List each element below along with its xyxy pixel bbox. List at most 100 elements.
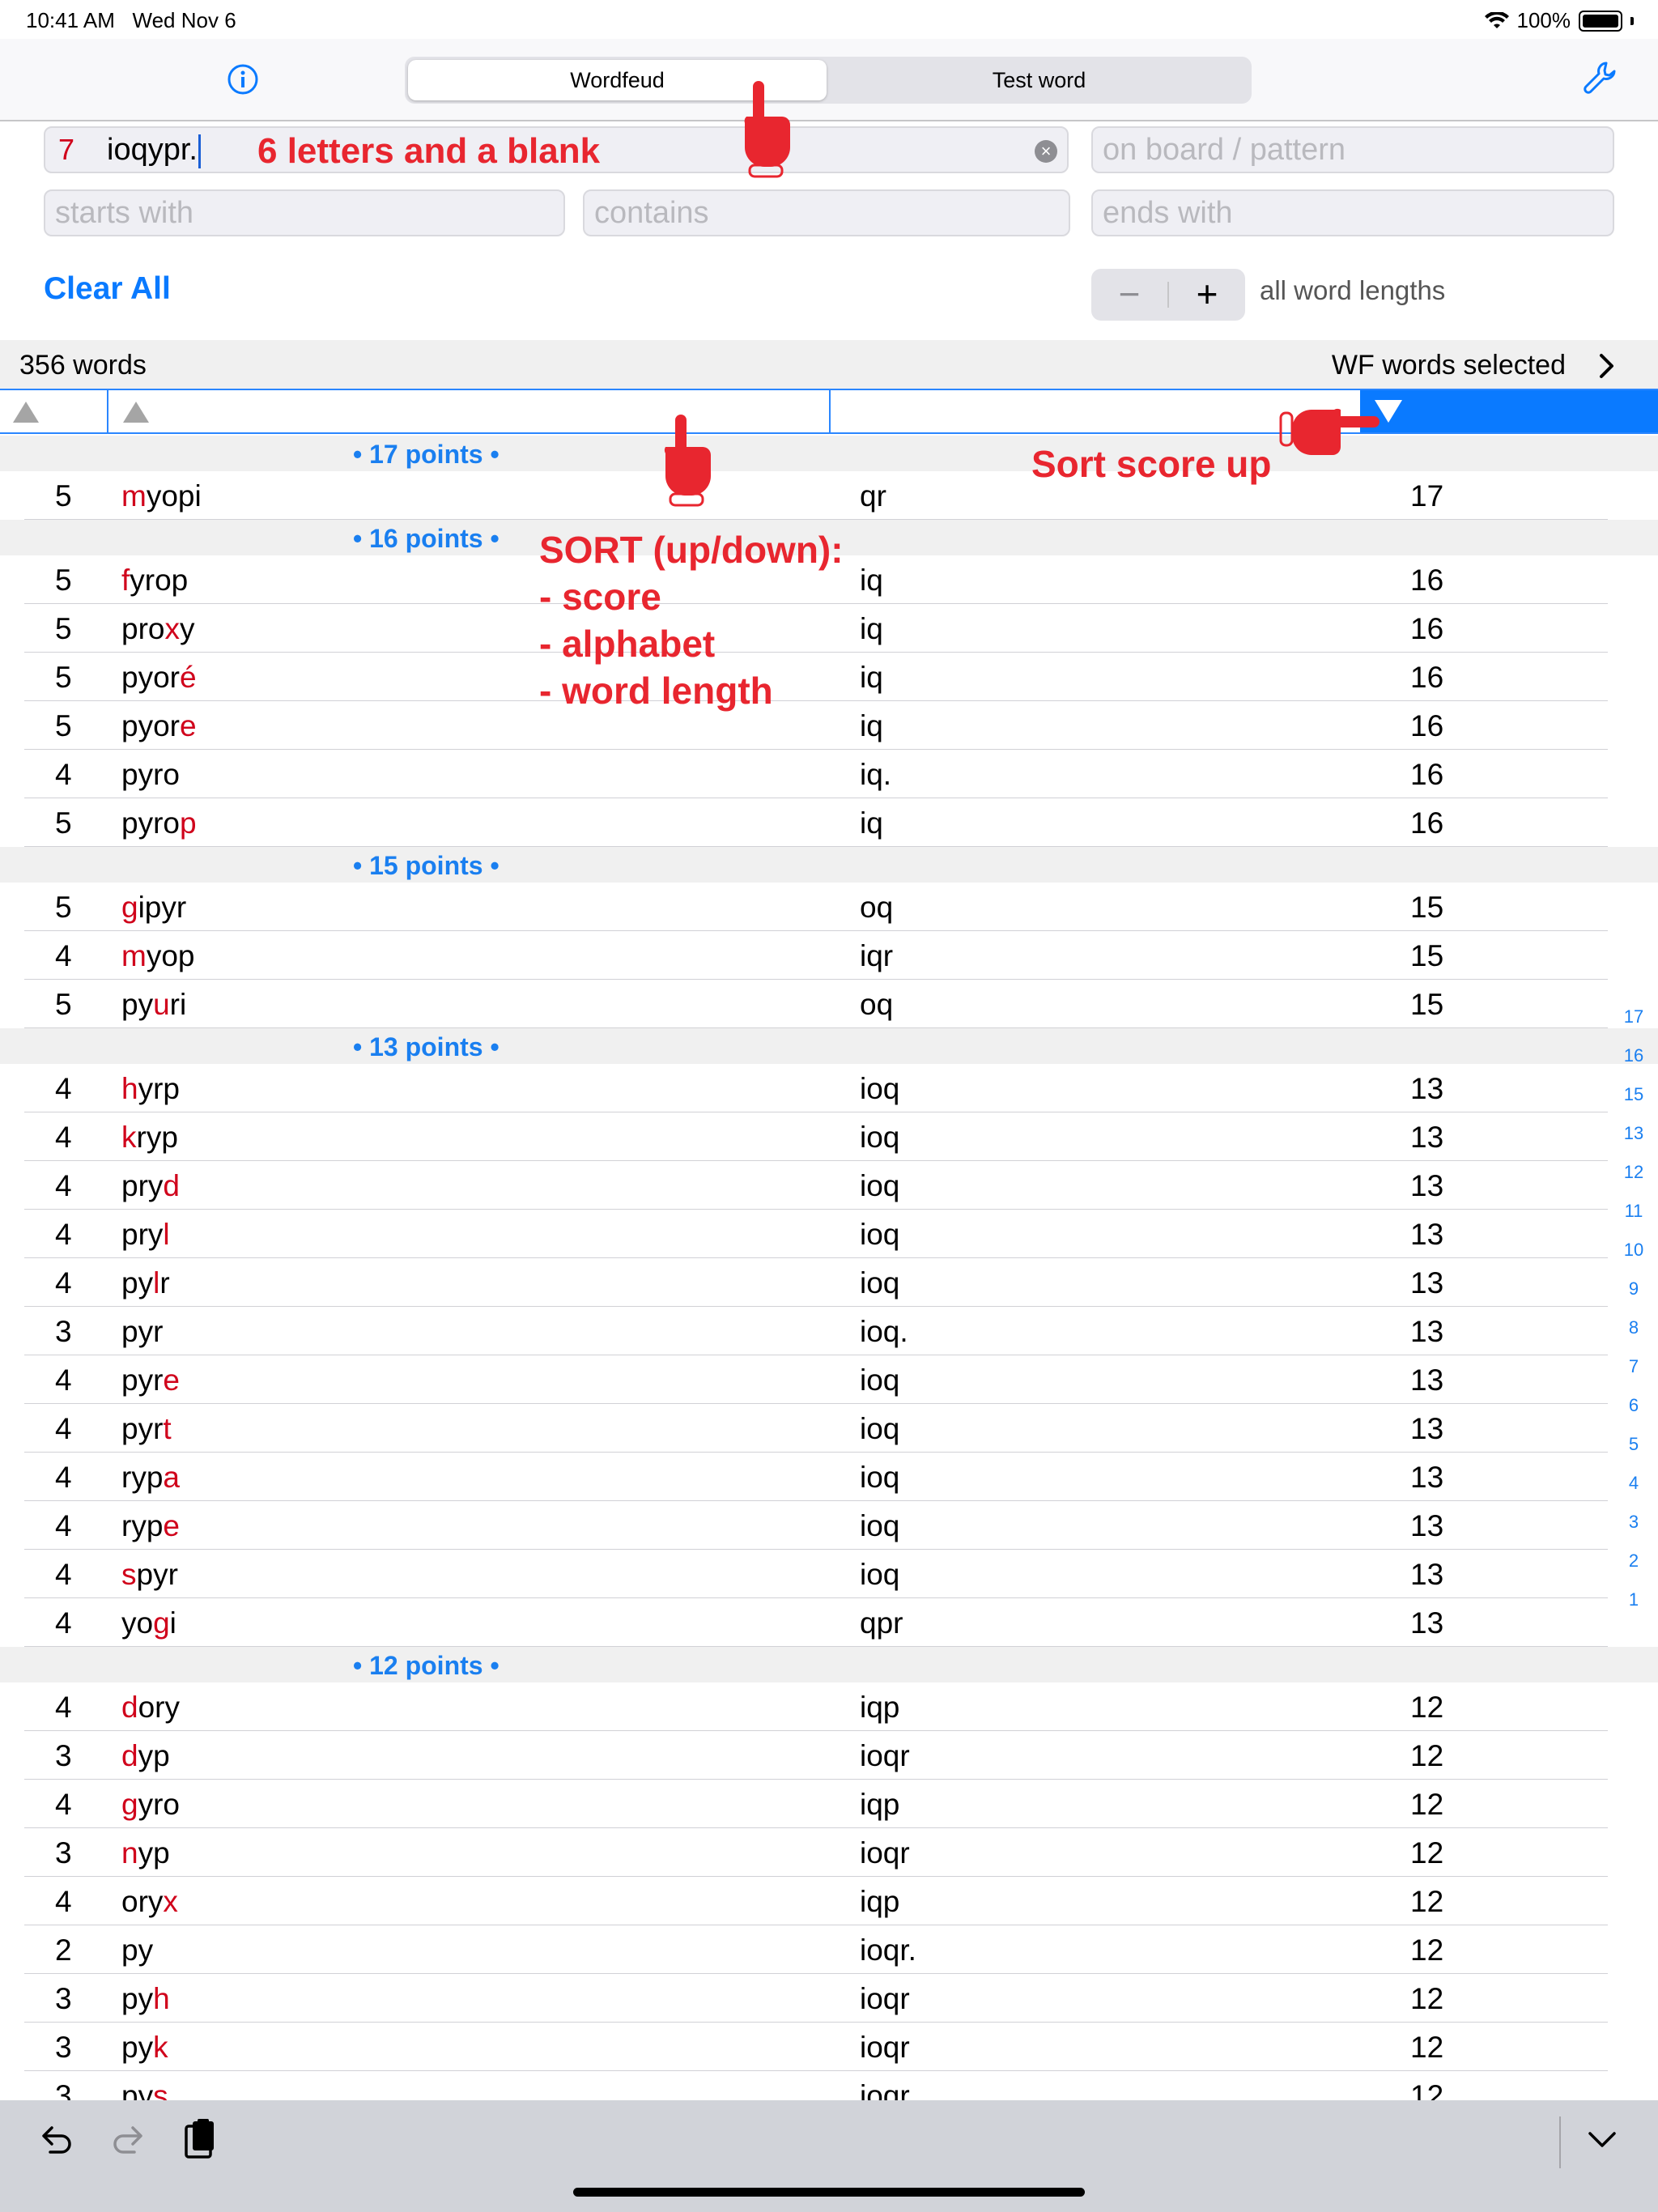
- contains-input[interactable]: contains: [583, 189, 1070, 236]
- list-item[interactable]: 2 py ioqr. 12: [0, 1925, 1658, 1974]
- remaining-letters: oq: [860, 988, 894, 1021]
- word-score: 13: [1410, 1266, 1444, 1300]
- index-entry[interactable]: 16: [1618, 1044, 1650, 1083]
- word-letters: ryp: [136, 1121, 178, 1154]
- clear-input-icon[interactable]: ×: [1035, 140, 1057, 163]
- word-length: 5: [55, 564, 72, 597]
- blank-letter: m: [121, 939, 147, 972]
- word: myop: [121, 939, 194, 973]
- list-item[interactable]: 3 pyk ioqr 12: [0, 2023, 1658, 2071]
- list-item[interactable]: 3 nyp ioqr 12: [0, 1828, 1658, 1877]
- paste-icon[interactable]: [183, 2118, 219, 2160]
- list-item[interactable]: 5 pyuri oq 15: [0, 980, 1658, 1028]
- board-pattern-input[interactable]: on board / pattern: [1091, 126, 1614, 173]
- list-item[interactable]: 4 dory iqp 12: [0, 1682, 1658, 1731]
- index-entry[interactable]: 4: [1618, 1472, 1650, 1511]
- chevron-down-icon[interactable]: [1587, 2129, 1618, 2150]
- word-letters: py: [121, 2031, 154, 2064]
- word-letters: yrop: [130, 564, 189, 597]
- word-letters: yp: [138, 1836, 170, 1870]
- remaining-letters: iqp: [860, 1885, 900, 1918]
- word-score: 16: [1410, 806, 1444, 840]
- annotation-sort-up: Sort score up: [1031, 443, 1272, 485]
- list-item[interactable]: 4 pryl ioq 13: [0, 1210, 1658, 1258]
- info-icon[interactable]: [227, 63, 259, 96]
- remaining-letters: iq: [860, 564, 883, 597]
- list-item[interactable]: 4 pryd ioq 13: [0, 1161, 1658, 1210]
- starts-with-input[interactable]: starts with: [44, 189, 565, 236]
- remaining-letters: ioq: [860, 1558, 900, 1591]
- word-letters: py: [121, 988, 154, 1021]
- blank-letter: k: [153, 2031, 168, 2064]
- index-entry[interactable]: 13: [1618, 1122, 1650, 1161]
- redo-icon[interactable]: [110, 2121, 147, 2159]
- wrench-icon[interactable]: [1582, 60, 1618, 99]
- clear-all-button[interactable]: Clear All: [44, 271, 171, 307]
- list-item[interactable]: 4 pyro iq. 16: [0, 750, 1658, 798]
- index-entry[interactable]: 9: [1618, 1278, 1650, 1317]
- word-letters: yop: [146, 939, 195, 972]
- battery-percent: 100%: [1516, 8, 1571, 32]
- ends-with-input[interactable]: ends with: [1091, 189, 1614, 236]
- index-entry[interactable]: 15: [1618, 1083, 1650, 1122]
- decrease-length-button[interactable]: −: [1091, 269, 1167, 321]
- blank-letter: x: [164, 612, 180, 645]
- letters-input[interactable]: 7 ioqypr. 6 letters and a blank ×: [44, 126, 1069, 173]
- list-item[interactable]: 4 kryp ioq 13: [0, 1112, 1658, 1161]
- word-letters: py: [121, 1266, 154, 1300]
- word-letters: pyr: [121, 1363, 164, 1397]
- list-item[interactable]: 4 pyrt ioq 13: [0, 1404, 1658, 1453]
- list-item[interactable]: 4 gyro iqp 12: [0, 1780, 1658, 1828]
- increase-length-button[interactable]: +: [1169, 269, 1245, 321]
- sort-score-header[interactable]: [1360, 390, 1658, 432]
- list-item[interactable]: 4 yogi qpr 13: [0, 1598, 1658, 1647]
- list-item[interactable]: 4 myop iqr 15: [0, 931, 1658, 980]
- word-letters: yro: [138, 1788, 180, 1821]
- battery-icon: [1579, 10, 1622, 32]
- list-item[interactable]: 5 pyrop iq 16: [0, 798, 1658, 847]
- index-entry[interactable]: 2: [1618, 1550, 1650, 1589]
- remaining-letters: iqr: [860, 939, 894, 972]
- section-index[interactable]: 17 16 15 13 12 11 10 9 8 7 6 5 4 3 2 1: [1618, 1006, 1650, 1627]
- index-entry[interactable]: 6: [1618, 1394, 1650, 1433]
- list-item[interactable]: 3 dyp ioqr 12: [0, 1731, 1658, 1780]
- list-item[interactable]: 5 gipyr oq 15: [0, 883, 1658, 931]
- index-entry[interactable]: 7: [1618, 1355, 1650, 1394]
- tab-test-word[interactable]: Test word: [830, 60, 1248, 100]
- undo-icon[interactable]: [37, 2121, 74, 2159]
- word: proxy: [121, 612, 194, 646]
- word-letters: pyr: [121, 1412, 164, 1445]
- index-entry[interactable]: 1: [1618, 1589, 1650, 1627]
- index-entry[interactable]: 5: [1618, 1433, 1650, 1472]
- index-entry[interactable]: 10: [1618, 1239, 1650, 1278]
- mode-segmented-control: Wordfeud Test word: [405, 57, 1252, 104]
- list-item[interactable]: 4 rype ioq 13: [0, 1501, 1658, 1550]
- index-entry[interactable]: 11: [1618, 1200, 1650, 1239]
- sort-alphabet-header[interactable]: [108, 390, 831, 432]
- word-score: 13: [1410, 1218, 1444, 1251]
- index-entry[interactable]: 8: [1618, 1317, 1650, 1355]
- index-entry[interactable]: 12: [1618, 1161, 1650, 1200]
- list-item[interactable]: 4 pyre ioq 13: [0, 1355, 1658, 1404]
- word: pyuri: [121, 988, 186, 1022]
- word: pyr: [121, 1315, 163, 1349]
- chevron-right-icon[interactable]: [1598, 353, 1616, 379]
- list-item[interactable]: 3 pyr ioq. 13: [0, 1307, 1658, 1355]
- word: spyr: [121, 1558, 178, 1592]
- filter-selection[interactable]: WF words selected: [1332, 350, 1566, 381]
- sort-length-header[interactable]: [0, 390, 108, 432]
- word: py: [121, 1933, 153, 1967]
- word-letters: pyr: [136, 1558, 178, 1591]
- list-item[interactable]: 4 hyrp ioq 13: [0, 1064, 1658, 1112]
- list-item[interactable]: 5 myopi qr 17: [0, 471, 1658, 520]
- list-item[interactable]: 4 rypa ioq 13: [0, 1453, 1658, 1501]
- list-item[interactable]: 4 oryx iqp 12: [0, 1877, 1658, 1925]
- list-item[interactable]: 4 spyr ioq 13: [0, 1550, 1658, 1598]
- word-length: 5: [55, 479, 72, 513]
- word-score: 15: [1410, 891, 1444, 924]
- list-item[interactable]: 3 pyh ioqr 12: [0, 1974, 1658, 2023]
- index-entry[interactable]: 17: [1618, 1006, 1650, 1044]
- list-item[interactable]: 4 pylr ioq 13: [0, 1258, 1658, 1307]
- index-entry[interactable]: 3: [1618, 1511, 1650, 1550]
- text-cursor: [198, 134, 201, 168]
